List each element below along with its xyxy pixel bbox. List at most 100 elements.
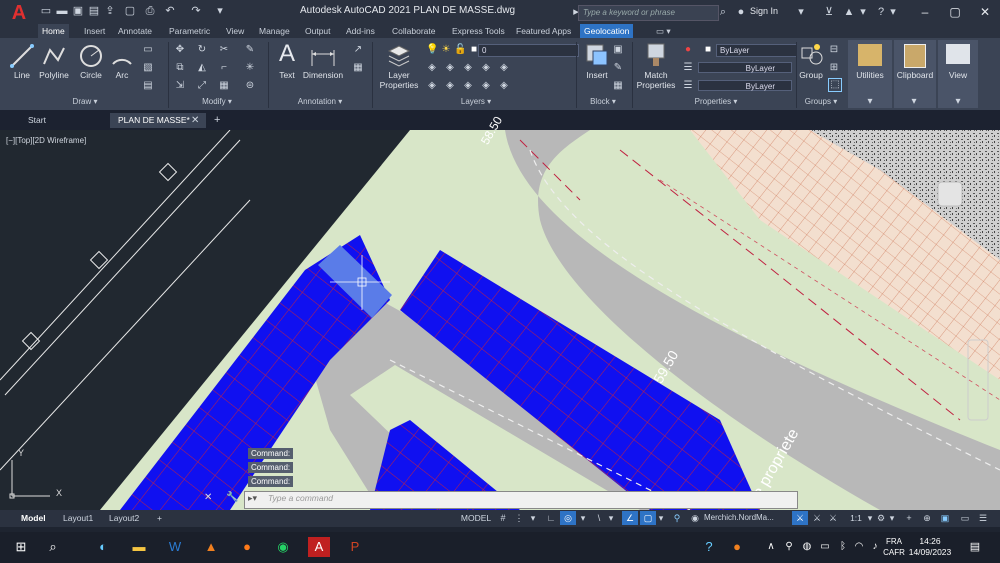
tab-start[interactable]: Start: [20, 113, 108, 128]
print-icon[interactable]: ⎙: [144, 5, 156, 17]
create-block-icon[interactable]: ▣: [612, 44, 624, 56]
utilities-icon[interactable]: [858, 44, 882, 66]
isodraft-icon[interactable]: \: [594, 511, 604, 525]
whatsapp-icon[interactable]: ◉: [272, 537, 294, 557]
lineweight-icon[interactable]: ☰: [682, 80, 694, 92]
view-button[interactable]: View: [938, 70, 978, 80]
workspace-dropdown-icon[interactable]: ▾: [888, 511, 896, 525]
search-icon[interactable]: ⌕: [716, 5, 730, 19]
command-close-icon[interactable]: ✕: [204, 492, 216, 503]
mirror-icon[interactable]: ◭: [196, 62, 208, 74]
view-dropdown-icon[interactable]: ▾: [952, 96, 964, 108]
close-button[interactable]: ✕: [975, 3, 995, 21]
autodesk-a360-icon[interactable]: ▲: [842, 5, 856, 19]
search-icon[interactable]: ⌕: [42, 537, 64, 557]
open-icon[interactable]: ▬: [56, 5, 68, 17]
dimension-button[interactable]: Dimension: [300, 70, 346, 80]
new-tab-icon[interactable]: +: [214, 113, 220, 128]
help-tray-icon[interactable]: ?: [698, 537, 720, 557]
block-panel-label[interactable]: Block ▾: [578, 97, 628, 109]
copy-icon[interactable]: ⧉: [174, 62, 186, 74]
undo-icon[interactable]: ↶: [164, 5, 176, 17]
scale-icon[interactable]: ⤢: [196, 80, 208, 92]
view-icon[interactable]: [946, 44, 970, 64]
layer-tool-10-icon[interactable]: ◈: [498, 80, 510, 92]
close-tab-icon[interactable]: ✕: [191, 113, 199, 128]
trim-icon[interactable]: ✂: [218, 44, 230, 56]
leader-icon[interactable]: ↗: [352, 44, 364, 56]
draw-panel-label[interactable]: Draw ▾: [10, 97, 160, 109]
layer-properties-button-line2[interactable]: Properties: [376, 80, 422, 90]
help-icon[interactable]: ?: [874, 5, 888, 19]
language-indicator[interactable]: FRA CAFR: [883, 536, 905, 558]
command-input[interactable]: Type a command: [268, 493, 333, 503]
group-icon[interactable]: [800, 42, 824, 68]
snap-icon[interactable]: ⋮: [512, 511, 526, 525]
minimize-button[interactable]: –: [915, 3, 935, 21]
arc-icon[interactable]: [110, 44, 134, 68]
stretch-icon[interactable]: ⇲: [174, 80, 186, 92]
polyline-button[interactable]: Polyline: [36, 70, 72, 80]
group-selection-icon[interactable]: ⬚: [828, 78, 842, 92]
scale-dropdown-icon[interactable]: ▾: [866, 511, 874, 525]
arc-button[interactable]: Arc: [108, 70, 136, 80]
line-button[interactable]: Line: [8, 70, 36, 80]
boundary-icon[interactable]: ▤: [142, 80, 154, 92]
word-icon[interactable]: W: [164, 537, 186, 557]
layer-properties-button[interactable]: Layer: [378, 70, 420, 80]
file-explorer-icon[interactable]: ▬: [128, 537, 150, 557]
clipboard-button[interactable]: Clipboard: [892, 70, 938, 80]
autocad-logo-icon[interactable]: A: [8, 2, 30, 24]
layer-tool-1-icon[interactable]: ◈: [426, 62, 438, 74]
circle-icon[interactable]: [78, 43, 104, 69]
sign-in-button[interactable]: Sign In: [750, 6, 778, 16]
clipboard-icon[interactable]: [904, 44, 926, 68]
linetype-dropdown[interactable]: ByLayer: [698, 62, 792, 73]
offset-icon[interactable]: ⊜: [244, 80, 256, 92]
color-wheel-icon[interactable]: ●: [682, 44, 694, 56]
layer-tool-3-icon[interactable]: ◈: [462, 62, 474, 74]
layer-tool-5-icon[interactable]: ◈: [498, 62, 510, 74]
layer-freeze-icon[interactable]: ☀: [440, 44, 452, 56]
tab-insert[interactable]: Insert: [80, 24, 109, 38]
insert-block-icon[interactable]: [584, 42, 610, 68]
clipboard-dropdown-icon[interactable]: ▾: [908, 96, 920, 108]
model-space-button[interactable]: MODEL: [458, 511, 494, 525]
hatch-icon[interactable]: ▧: [142, 62, 154, 74]
snap-dropdown-icon[interactable]: ▾: [528, 511, 538, 525]
user-icon[interactable]: ●: [734, 5, 748, 19]
group-button[interactable]: Group: [796, 70, 826, 80]
circle-button[interactable]: Circle: [76, 70, 106, 80]
customization-icon[interactable]: ☰: [976, 511, 990, 525]
notifications-icon[interactable]: ▤: [964, 537, 986, 557]
utilities-button[interactable]: Utilities: [848, 70, 892, 80]
current-layer-dropdown[interactable]: 0: [478, 44, 579, 57]
layer-lock-icon[interactable]: 🔓: [454, 44, 466, 56]
group-edit-icon[interactable]: ⊞: [828, 62, 840, 74]
ortho-icon[interactable]: ∟: [544, 511, 558, 525]
layer-tool-7-icon[interactable]: ◈: [444, 80, 456, 92]
tab-manage[interactable]: Manage: [255, 24, 294, 38]
workspace-gear-icon[interactable]: ⚙: [874, 511, 888, 525]
rectangle-icon[interactable]: ▭: [142, 44, 154, 56]
linetype-icon[interactable]: ☰: [682, 62, 694, 74]
tab-layout1[interactable]: Layout1: [56, 511, 100, 525]
layer-tool-9-icon[interactable]: ◈: [480, 80, 492, 92]
tab-parametric[interactable]: Parametric: [165, 24, 214, 38]
redo-icon[interactable]: ↷: [190, 5, 202, 17]
tab-view[interactable]: View: [222, 24, 248, 38]
color-dropdown[interactable]: ByLayer: [716, 44, 797, 57]
table-icon[interactable]: ▦: [352, 62, 364, 74]
tab-output[interactable]: Output: [301, 24, 335, 38]
autocad-taskbar-icon[interactable]: A: [308, 537, 330, 557]
windows-start-icon[interactable]: ⊞: [10, 537, 32, 557]
tab-home[interactable]: Home: [38, 24, 69, 38]
text-button[interactable]: Text: [272, 70, 302, 80]
powerpoint-icon[interactable]: P: [344, 537, 366, 557]
object-snap-tracking-icon[interactable]: ∠: [622, 511, 638, 525]
add-layout-icon[interactable]: +: [150, 511, 169, 525]
match-properties-icon[interactable]: [644, 42, 668, 68]
a360-dropdown-icon[interactable]: ▾: [858, 5, 868, 19]
isodraft-dropdown-icon[interactable]: ▾: [606, 511, 616, 525]
tab-featured-apps[interactable]: Featured Apps: [512, 24, 575, 38]
